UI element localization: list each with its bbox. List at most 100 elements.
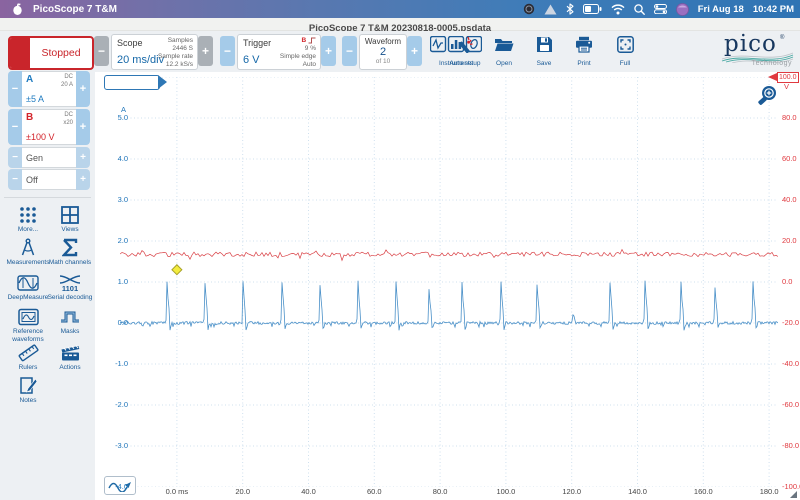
trigger-repeat: Auto [302,60,316,68]
channel-a-chip[interactable]: − A DC 20 A ±5 A + [8,71,90,107]
spotlight-search-icon[interactable] [633,3,645,15]
right-axis-tick: 80.0 [782,113,797,122]
scope-label: Scope [117,38,143,48]
sidebar-item-views[interactable]: Views [46,206,94,234]
channel-b-chip[interactable]: − B DC x20 ±100 V + [8,109,90,145]
waveform-plus-button[interactable]: + [407,36,422,66]
stopped-button[interactable]: Stopped [8,36,94,70]
autosetup-button[interactable]: Auto setup [445,36,485,68]
scope-minus-button[interactable]: − [94,36,109,66]
aux-label: Off [26,175,38,185]
save-button[interactable]: Save [524,36,564,68]
waveform-panel[interactable]: Waveform 2 of 10 [359,34,407,70]
globe-icon[interactable] [675,2,689,16]
left-axis-tick: 4.0 [117,154,128,163]
channel-b-axis-arrow[interactable] [768,73,777,81]
right-axis-tick: -20.0 [782,318,800,327]
trigger-time-tab[interactable] [104,74,167,90]
time-axis-tick: 160.0 [693,487,713,496]
aux-row[interactable]: − Off + [8,169,90,190]
pico-technology-logo: pico ® Technology [721,31,794,67]
picoscope-app-window: PicoScope 7 T&M Fri Aug 18 10:42 PM Pico… [0,0,800,500]
open-button[interactable]: Open [484,36,524,68]
deepmeasure-icon [17,274,39,292]
full-button[interactable]: Full [605,36,645,68]
channel-a-minus-button[interactable]: − [8,71,22,107]
left-axis-tick: -4.0 [115,482,128,491]
sidebar-item-math-channels[interactable]: Math channels [46,238,94,267]
sidebar-item-masks[interactable]: Masks [46,308,94,336]
generator-row[interactable]: − Gen + [8,147,90,168]
time-axis-tick: 100.0 [496,487,516,496]
menubar-app-name[interactable]: PicoScope 7 T&M [33,4,117,15]
toolbar: Stopped − Scope 20 ms/div Samples 2446 S… [0,31,800,72]
scope-sample-info: Samples 2446 S Sample rate 12.2 kS/s [157,37,193,68]
channel-b-trace[interactable] [120,248,778,262]
right-axis-tick: -60.0 [782,400,800,409]
math-sigma-icon [62,238,78,257]
generator-plus-button[interactable]: + [76,147,90,168]
resize-corner-icon[interactable] [789,490,798,499]
generator-minus-button[interactable]: − [8,147,22,168]
time-axis-tick: 140.0 [628,487,647,496]
sidebar-item-notes[interactable]: Notes [4,376,52,405]
channel-b-minus-button[interactable]: − [8,109,22,145]
sidebar-item-more[interactable]: More... [4,206,52,234]
actions-clapperboard-icon [60,344,81,362]
scope-panel[interactable]: Scope 20 ms/div Samples 2446 S Sample ra… [111,34,198,70]
trigger-pretrigger: 9 % [304,44,316,52]
more-icon [19,206,37,224]
waveform-minus-button[interactable]: − [342,36,357,66]
views-icon [61,206,79,224]
sidebar-item-reference-waveforms[interactable]: Reference waveforms [4,308,52,344]
trigger-panel[interactable]: Trigger 6 V B 9 % Simple edge Auto [237,34,321,70]
trigger-point-marker[interactable] [171,264,183,276]
waveform-label: Waveform [364,37,402,46]
sidebar-item-actions[interactable]: Actions [46,344,94,372]
time-axis-tick: 120.0 [562,487,582,496]
sidebar-item-measurements[interactable]: Measurements [4,238,52,267]
trigger-label: Trigger [243,38,272,48]
zoom-magnifier-icon[interactable] [756,85,778,114]
sidebar-item-serial-decoding[interactable]: 1101 Serial decoding [46,274,94,302]
left-axis-tick: 5.0 [117,113,128,122]
channel-a-name: A [26,74,34,85]
trigger-edge-icon [308,37,316,44]
apple-icon[interactable] [12,2,23,16]
menubar-time[interactable]: 10:42 PM [753,4,794,15]
reference-waveforms-icon [17,308,39,326]
measurements-compass-icon [19,238,37,257]
channel-a-plus-button[interactable]: + [76,71,90,107]
window-title-bar[interactable]: PicoScope 7 T&M 20230818-0005.psdata [0,18,800,34]
masks-icon [59,308,81,326]
sidebar-item-deepmeasure[interactable]: DeepMeasure [4,274,52,302]
left-axis-tick: 0.0 [117,318,128,327]
scope-plot[interactable]: A 100.0 V 5.0 4.0 3.0 2.0 1.0 0.0 -1.0 -2.0 -3.0… [95,72,800,500]
trigger-plus-button[interactable]: + [321,36,336,66]
trigger-time-arrow-icon [158,74,167,89]
menubar-date[interactable]: Fri Aug 18 [698,4,744,15]
battery-icon[interactable] [582,4,602,14]
right-axis-tick: 0.0 [782,277,793,286]
aux-minus-button[interactable]: − [8,169,22,190]
channel-b-name: B [26,112,34,123]
channel-b-plus-button[interactable]: + [76,109,90,145]
bluetooth-icon[interactable] [566,3,574,15]
time-axis-tick: 20.0 [235,487,250,496]
notes-icon [19,376,38,395]
control-center-icon[interactable] [653,4,667,14]
printer-icon [575,36,593,58]
print-button[interactable]: Print [564,36,604,68]
right-axis-tick: 20.0 [782,236,797,245]
trigger-minus-button[interactable]: − [220,36,235,66]
channel-a-range: ±5 A [26,94,44,104]
record-icon[interactable] [523,3,535,15]
left-axis-tick: 3.0 [117,195,128,204]
wifi-icon[interactable] [611,3,625,15]
scope-plus-button[interactable]: + [198,36,213,66]
open-folder-icon [494,36,514,58]
prism-icon[interactable] [544,4,557,15]
sidebar-item-rulers[interactable]: Rulers [4,344,52,372]
scope-waveform-canvas[interactable] [120,77,778,487]
aux-plus-button[interactable]: + [76,169,90,190]
